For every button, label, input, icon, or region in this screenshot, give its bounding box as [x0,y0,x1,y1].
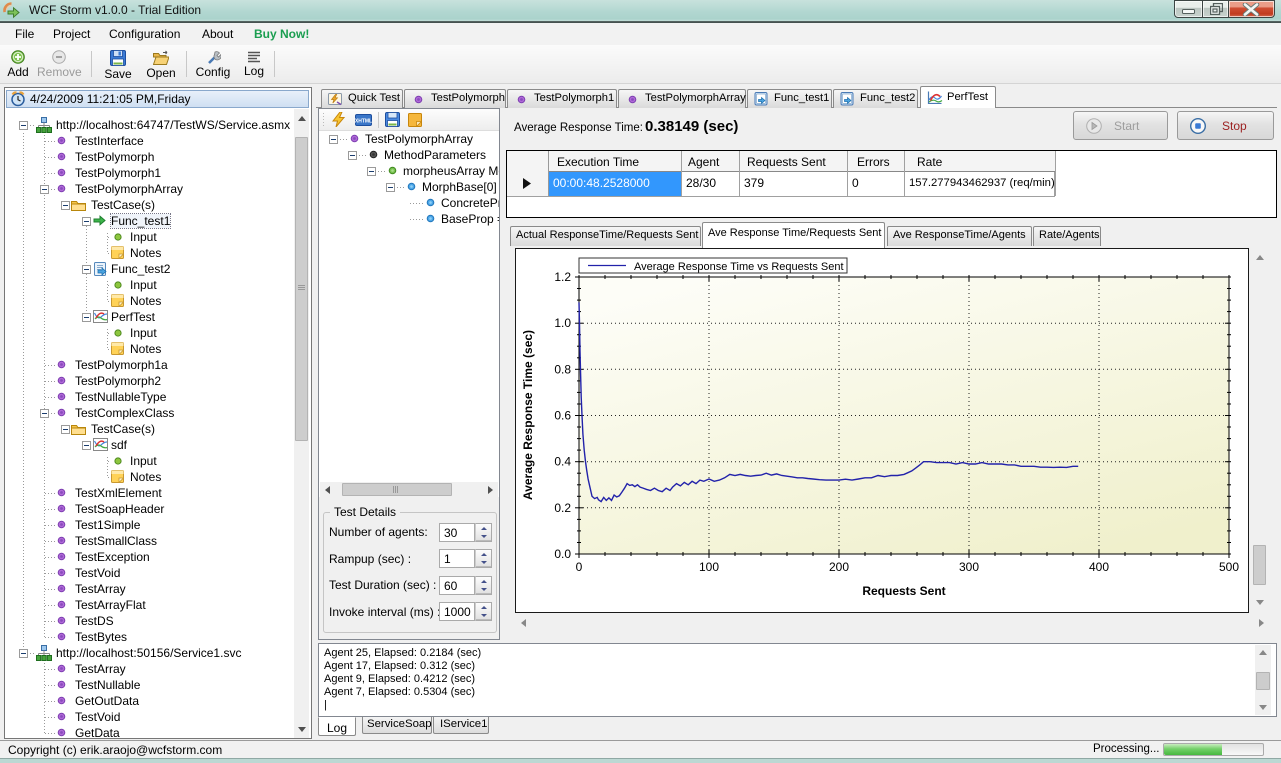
svg-text:0.8: 0.8 [554,362,571,376]
svg-text:0.2: 0.2 [554,501,571,515]
svg-text:500: 500 [1219,560,1239,574]
svg-text:1.0: 1.0 [554,316,571,330]
svg-text:Average Response Time vs Reque: Average Response Time vs Requests Sent [634,261,844,273]
svg-text:Requests Sent: Requests Sent [862,584,945,598]
svg-text:200: 200 [829,560,849,574]
svg-text:0.6: 0.6 [554,409,571,423]
svg-text:Average Response Time (sec): Average Response Time (sec) [521,330,535,500]
svg-text:100: 100 [699,560,719,574]
svg-text:0.4: 0.4 [554,455,571,469]
svg-text:300: 300 [959,560,979,574]
svg-text:0.0: 0.0 [554,547,571,561]
svg-text:1.2: 1.2 [554,270,571,284]
svg-text:0: 0 [576,560,583,574]
svg-text:400: 400 [1089,560,1109,574]
